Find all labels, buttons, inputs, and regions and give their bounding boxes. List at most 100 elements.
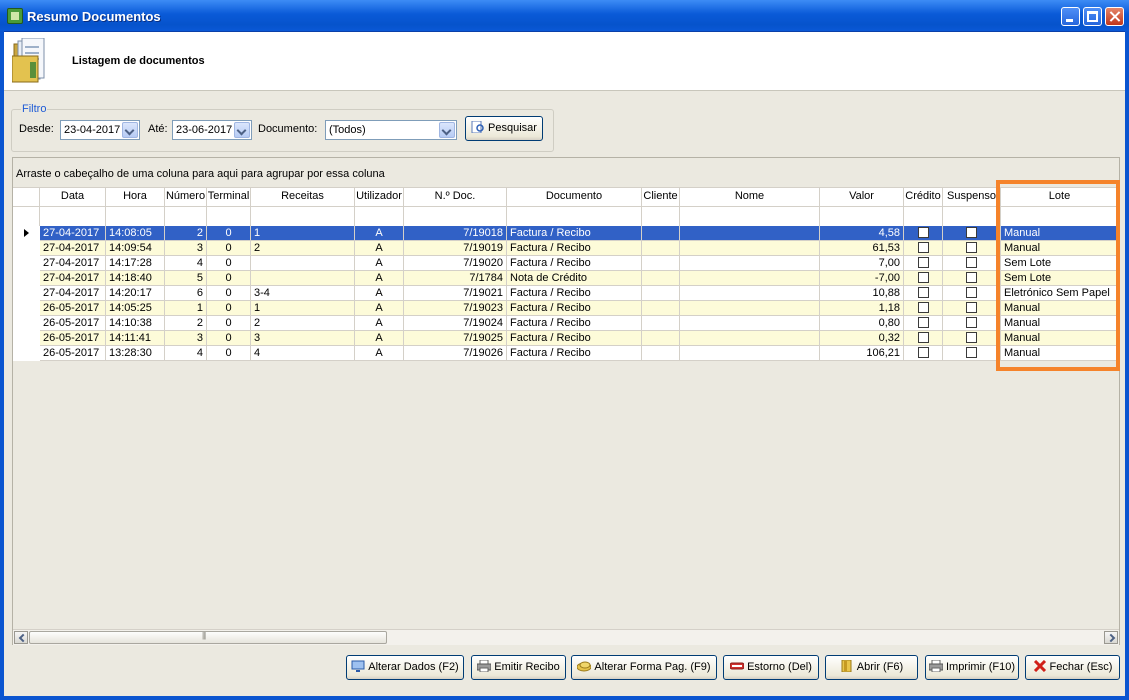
cell-documento[interactable]: Factura / Recibo	[507, 316, 642, 331]
cell-suspenso[interactable]	[943, 346, 1001, 361]
row-indicator[interactable]	[13, 301, 40, 316]
cell-documento[interactable]: Factura / Recibo	[507, 226, 642, 241]
cell-nome[interactable]	[680, 286, 820, 301]
cell-hora[interactable]: 14:09:54	[106, 241, 165, 256]
cell-suspenso[interactable]	[943, 241, 1001, 256]
cell-numero[interactable]: 1	[165, 301, 207, 316]
column-filter-cell[interactable]	[404, 206, 506, 226]
column-header-credito[interactable]: Crédito	[904, 188, 943, 226]
cell-utilizador[interactable]: A	[355, 256, 404, 271]
cell-valor[interactable]: 0,32	[820, 331, 904, 346]
cell-numero[interactable]: 5	[165, 271, 207, 286]
suspenso-checkbox[interactable]	[966, 257, 977, 268]
cell-suspenso[interactable]	[943, 286, 1001, 301]
cell-documento[interactable]: Factura / Recibo	[507, 286, 642, 301]
cell-documento[interactable]: Factura / Recibo	[507, 331, 642, 346]
cell-valor[interactable]: -7,00	[820, 271, 904, 286]
cell-terminal[interactable]: 0	[207, 241, 251, 256]
column-header-data[interactable]: Data	[40, 188, 106, 226]
cell-terminal[interactable]: 0	[207, 286, 251, 301]
cell-documento[interactable]: Factura / Recibo	[507, 241, 642, 256]
cell-receitas[interactable]: 1	[251, 301, 355, 316]
credito-checkbox[interactable]	[917, 287, 929, 298]
cell-nome[interactable]	[680, 301, 820, 316]
cell-terminal[interactable]: 0	[207, 316, 251, 331]
column-filter-cell[interactable]	[904, 206, 942, 226]
cell-numero[interactable]: 3	[165, 331, 207, 346]
column-header-utilizador[interactable]: Utilizador	[355, 188, 404, 226]
credito-checkbox[interactable]	[917, 272, 929, 283]
cell-ndoc[interactable]: 7/19021	[404, 286, 507, 301]
cell-terminal[interactable]: 0	[207, 331, 251, 346]
abrir-button[interactable]: Abrir (F6)	[825, 655, 918, 680]
cell-receitas[interactable]	[251, 256, 355, 271]
cell-receitas[interactable]: 3-4	[251, 286, 355, 301]
cell-receitas[interactable]: 2	[251, 241, 355, 256]
cell-ndoc[interactable]: 7/19025	[404, 331, 507, 346]
row-indicator[interactable]	[13, 331, 40, 346]
row-indicator[interactable]	[13, 256, 40, 271]
row-indicator[interactable]	[13, 346, 40, 361]
cell-data[interactable]: 27-04-2017	[40, 226, 106, 241]
column-header-hora[interactable]: Hora	[106, 188, 165, 226]
cell-cliente[interactable]	[642, 301, 680, 316]
column-header-valor[interactable]: Valor	[820, 188, 904, 226]
cell-credito[interactable]	[904, 226, 943, 241]
cell-hora[interactable]: 14:18:40	[106, 271, 165, 286]
chevron-down-icon[interactable]	[234, 122, 250, 138]
fechar-button[interactable]: Fechar (Esc)	[1025, 655, 1120, 680]
cell-receitas[interactable]: 3	[251, 331, 355, 346]
cell-nome[interactable]	[680, 316, 820, 331]
column-filter-cell[interactable]	[642, 206, 679, 226]
row-indicator[interactable]	[13, 286, 40, 301]
table-row[interactable]: 27-04-2017 14:17:28 4 0 A 7/19020 Factura / Re…	[13, 256, 1119, 271]
group-by-panel[interactable]: Arraste o cabeçalho de uma coluna para a…	[13, 158, 1119, 188]
documento-select[interactable]: (Todos)	[325, 120, 457, 140]
search-button[interactable]: Pesquisar	[465, 116, 543, 141]
cell-utilizador[interactable]: A	[355, 271, 404, 286]
table-row[interactable]: 27-04-2017 14:08:05 2 0 1 A 7/19018 Factura / R…	[13, 226, 1119, 241]
cell-ndoc[interactable]: 7/19024	[404, 316, 507, 331]
cell-utilizador[interactable]: A	[355, 226, 404, 241]
suspenso-checkbox[interactable]	[966, 347, 977, 358]
credito-checkbox[interactable]	[917, 317, 929, 328]
cell-hora[interactable]: 14:11:41	[106, 331, 165, 346]
cell-ndoc[interactable]: 7/1784	[404, 271, 507, 286]
chevron-down-icon[interactable]	[439, 122, 455, 138]
cell-valor[interactable]: 10,88	[820, 286, 904, 301]
suspenso-checkbox[interactable]	[966, 332, 977, 343]
suspenso-checkbox[interactable]	[966, 317, 977, 328]
column-header-ndoc[interactable]: N.º Doc.	[404, 188, 507, 226]
cell-nome[interactable]	[680, 331, 820, 346]
column-filter-cell[interactable]	[106, 206, 164, 226]
column-filter-cell[interactable]	[355, 206, 403, 226]
scroll-left-icon[interactable]	[14, 631, 28, 644]
cell-valor[interactable]: 1,18	[820, 301, 904, 316]
cell-data[interactable]: 26-05-2017	[40, 316, 106, 331]
credito-checkbox[interactable]	[917, 227, 929, 238]
cell-receitas[interactable]	[251, 271, 355, 286]
cell-ndoc[interactable]: 7/19019	[404, 241, 507, 256]
credito-checkbox[interactable]	[917, 242, 929, 253]
cell-cliente[interactable]	[642, 226, 680, 241]
cell-nome[interactable]	[680, 226, 820, 241]
column-filter-cell[interactable]	[207, 206, 250, 226]
cell-terminal[interactable]: 0	[207, 226, 251, 241]
cell-terminal[interactable]: 0	[207, 346, 251, 361]
cell-receitas[interactable]: 4	[251, 346, 355, 361]
suspenso-checkbox[interactable]	[966, 302, 977, 313]
row-indicator[interactable]	[13, 316, 40, 331]
cell-cliente[interactable]	[642, 241, 680, 256]
cell-credito[interactable]	[904, 346, 943, 361]
cell-suspenso[interactable]	[943, 256, 1001, 271]
cell-ndoc[interactable]: 7/19026	[404, 346, 507, 361]
cell-documento[interactable]: Factura / Recibo	[507, 346, 642, 361]
cell-terminal[interactable]: 0	[207, 301, 251, 316]
imprimir-button[interactable]: Imprimir (F10)	[925, 655, 1019, 680]
desde-date-picker[interactable]: 23-04-2017	[60, 120, 140, 140]
column-header-nome[interactable]: Nome	[680, 188, 820, 226]
cell-ndoc[interactable]: 7/19018	[404, 226, 507, 241]
cell-data[interactable]: 27-04-2017	[40, 241, 106, 256]
cell-data[interactable]: 27-04-2017	[40, 271, 106, 286]
cell-numero[interactable]: 4	[165, 346, 207, 361]
